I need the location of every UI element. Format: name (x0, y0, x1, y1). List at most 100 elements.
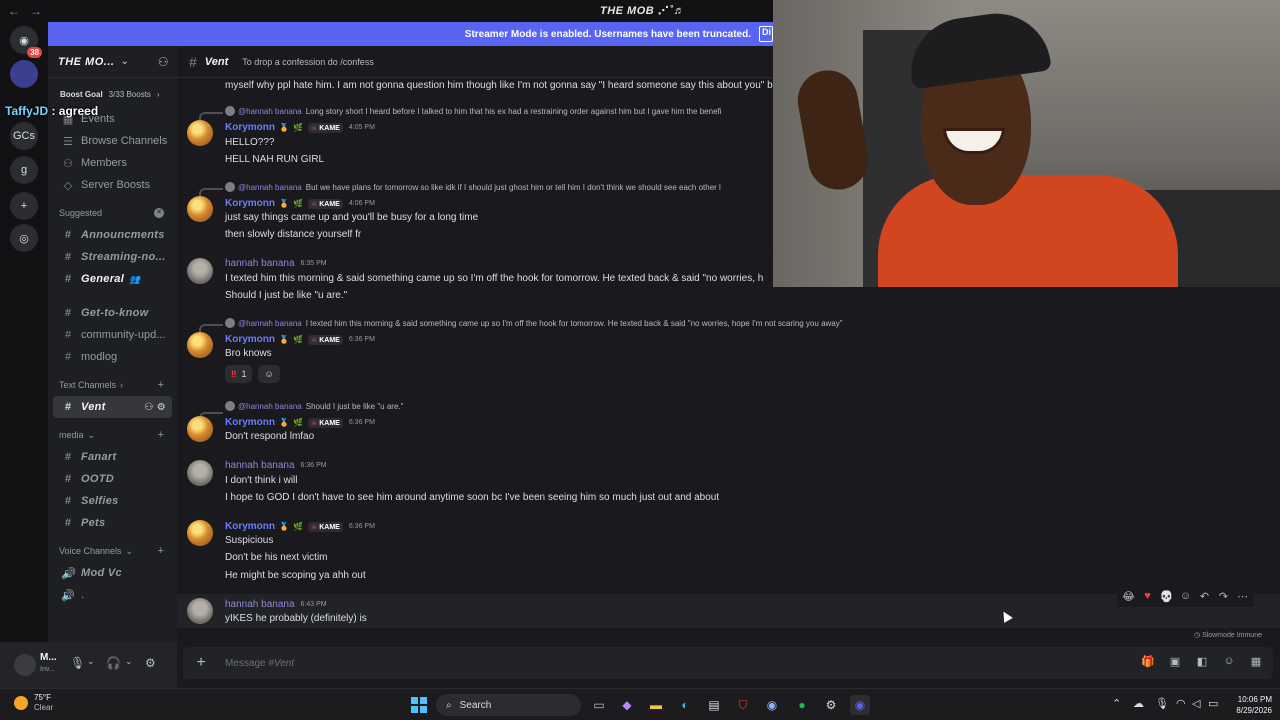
avatar[interactable] (187, 196, 213, 222)
server-header[interactable]: THE MO... ⌄ ⚇ (48, 46, 177, 78)
taskbar-search[interactable]: ⌕ Search (436, 694, 581, 716)
direct-messages-button[interactable]: ◉ 38 (10, 26, 42, 58)
discord-taskbar-icon[interactable]: ◉ (850, 695, 870, 715)
reply-preview[interactable]: @hannah banana I texted him this morning … (225, 318, 843, 328)
guild-tag[interactable]: ☠ KAME (307, 122, 343, 133)
onedrive-icon[interactable]: ☁ (1133, 697, 1144, 710)
laughing-emoji-icon[interactable]: 😂 (1121, 590, 1136, 603)
avatar[interactable] (187, 598, 213, 624)
heart-emoji-icon[interactable]: ♥ (1140, 590, 1155, 602)
add-channel-icon[interactable]: + (158, 379, 164, 391)
media-category[interactable]: media ⌄ + (53, 426, 172, 444)
avatar[interactable] (14, 654, 36, 676)
reaction-pill[interactable]: ‼ 1 (225, 365, 253, 383)
skull-emoji-icon[interactable]: 💀 (1159, 590, 1174, 603)
file-explorer-icon[interactable]: ▬ (646, 695, 666, 715)
invite-people-icon[interactable]: ⚇ (158, 55, 169, 69)
voice-channels-category[interactable]: Voice Channels ⌄ + (53, 542, 172, 560)
boost-goal[interactable]: Boost Goal 3/33 Boosts › (54, 86, 171, 102)
sticker-icon[interactable]: ◧ (1195, 655, 1209, 668)
sidebar-item-server-boosts[interactable]: ◇ Server Boosts (53, 174, 172, 196)
avatar[interactable] (187, 460, 213, 486)
gcs-folder[interactable]: GCs (10, 122, 38, 150)
volume-icon[interactable]: ◁ (1192, 697, 1200, 710)
forward-icon[interactable]: ↷ (1216, 590, 1231, 603)
sidebar-item-members[interactable]: ⚇ Members (53, 152, 172, 174)
channel-settings-icon[interactable]: ⚇ ⚙ (144, 402, 166, 413)
edge-browser-icon[interactable]: ◐ (675, 695, 695, 715)
author-name[interactable]: hannah banana (225, 460, 295, 471)
author-name[interactable]: Korymonn (225, 417, 275, 428)
channel-announcments[interactable]: # Announcments (53, 224, 172, 246)
voice-channel-mod-vc[interactable]: 🔊 Mod Vc (53, 562, 172, 584)
spotify-icon[interactable]: ● (792, 695, 812, 715)
store-icon[interactable]: ▤ (704, 695, 724, 715)
shield-icon[interactable]: ⛉ (733, 695, 753, 715)
channel-topic[interactable]: To drop a confession do /confess (242, 57, 374, 67)
channel-get-to-know[interactable]: # Get-to-know (53, 302, 172, 324)
sidebar-item-browse-channels[interactable]: ☰ Browse Channels (53, 130, 172, 152)
battery-icon[interactable]: ▭ (1208, 697, 1218, 710)
windows-start-icon[interactable] (411, 697, 427, 713)
close-icon[interactable]: ✕ (154, 208, 164, 218)
author-name[interactable]: Korymonn (225, 334, 275, 345)
channel-fanart[interactable]: # Fanart (53, 446, 172, 468)
author-name[interactable]: Korymonn (225, 122, 275, 133)
reply-preview[interactable]: @hannah banana Long story short I heard b… (225, 106, 722, 116)
suggested-category[interactable]: Suggested ✕ (53, 204, 172, 222)
author-name[interactable]: hannah banana (225, 258, 295, 269)
chevron-up-icon[interactable]: ⌃ (1112, 697, 1121, 710)
avatar[interactable] (187, 416, 213, 442)
microphone-icon[interactable]: 🎙 (70, 656, 85, 670)
channel-selfies[interactable]: # Selfies (53, 490, 172, 512)
channel-streaming[interactable]: # Streaming-no... (53, 246, 172, 268)
weather-widget[interactable]: 75°F Clear (14, 693, 53, 713)
add-server-icon[interactable]: + (10, 192, 38, 220)
emoji-icon[interactable]: ☺ (1222, 655, 1236, 668)
copilot-icon[interactable]: ◆ (617, 695, 637, 715)
app-icon[interactable]: ◉ (762, 695, 782, 715)
reply-preview[interactable]: @hannah banana But we have plans for tomo… (225, 182, 721, 192)
composer-placeholder[interactable]: Message #Vent (225, 658, 294, 669)
avatar[interactable] (187, 520, 213, 546)
message-composer[interactable]: + Message #Vent 🎁 ▣ ◧ ☺ ▦ (183, 647, 1273, 679)
headphones-icon[interactable]: 🎧 (106, 656, 121, 670)
guild-tag[interactable]: ☠ KAME (307, 334, 343, 345)
author-name[interactable]: hannah banana (225, 599, 295, 610)
author-name[interactable]: Korymonn (225, 521, 275, 532)
reply-icon[interactable]: ↶ (1197, 590, 1212, 603)
chevron-down-icon[interactable]: ⌄ (87, 656, 95, 667)
avatar[interactable] (187, 120, 213, 146)
task-view-icon[interactable]: ▭ (589, 695, 609, 715)
discover-icon[interactable]: ◎ (10, 224, 38, 252)
add-reaction-icon[interactable]: ☺ (1178, 590, 1193, 602)
settings-gear-icon[interactable]: ⚙ (145, 656, 156, 670)
add-channel-icon[interactable]: + (158, 545, 164, 557)
apps-icon[interactable]: ▦ (1249, 655, 1263, 668)
disable-streamer-button[interactable]: Di (759, 26, 773, 42)
settings-gear-icon[interactable]: ⚙ (821, 695, 841, 715)
wifi-icon[interactable]: ◠ (1176, 697, 1186, 710)
guild-tag[interactable]: ☠ KAME (307, 417, 343, 428)
voice-channel-dot[interactable]: 🔊. (53, 584, 172, 606)
microphone-icon[interactable]: 🎙 (1155, 697, 1169, 710)
reply-preview[interactable]: @hannah banana Should I just be like "u a… (225, 401, 403, 411)
channel-general[interactable]: # General 👥 (53, 268, 172, 290)
channel-vent[interactable]: # Vent ⚇ ⚙ (53, 396, 172, 418)
server-icon-g[interactable]: g (10, 156, 38, 184)
chevron-down-icon[interactable]: ⌄ (125, 656, 133, 667)
channel-modlog[interactable]: # modlog (53, 346, 172, 368)
avatar[interactable] (187, 332, 213, 358)
server-icon-avatar[interactable] (10, 60, 38, 88)
back-arrow-icon[interactable]: ← (8, 4, 22, 18)
author-name[interactable]: Korymonn (225, 198, 275, 209)
channel-community-updates[interactable]: # community-upd... (53, 324, 172, 346)
avatar[interactable] (187, 258, 213, 284)
more-options-icon[interactable]: ⋯ (1235, 590, 1250, 603)
channel-ootd[interactable]: # OOTD (53, 468, 172, 490)
guild-tag[interactable]: ☠ KAME (307, 521, 343, 532)
gift-icon[interactable]: 🎁 (1141, 655, 1155, 668)
forward-arrow-icon[interactable]: → (30, 4, 44, 18)
add-channel-icon[interactable]: + (158, 429, 164, 441)
taskbar-clock[interactable]: 10:06 PM 8/29/2026 (1222, 694, 1272, 716)
